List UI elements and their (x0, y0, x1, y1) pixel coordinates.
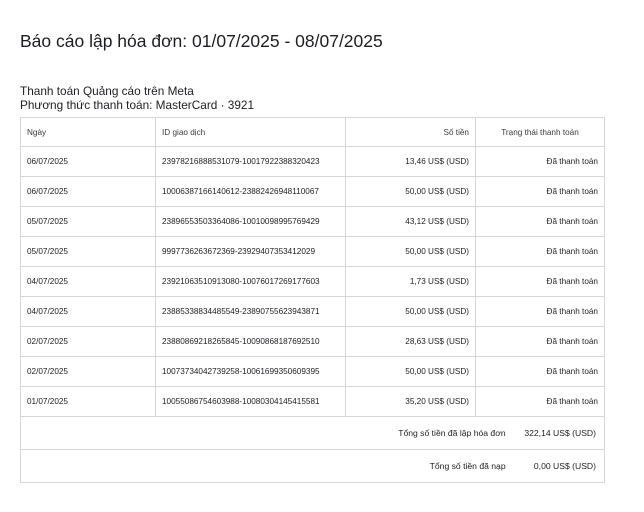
row-amount: 13,46 US$ (USD) (345, 146, 476, 177)
row-status: Đã thanh toán (475, 386, 605, 417)
row-date: 05/07/2025 (20, 236, 156, 267)
row-transaction-id: 10073734042739258-10061699350609395 (155, 356, 346, 387)
row-date: 02/07/2025 (20, 326, 156, 357)
row-status: Đã thanh toán (475, 266, 605, 297)
row-date: 04/07/2025 (20, 296, 156, 327)
page-title: Báo cáo lập hóa đơn: 01/07/2025 - 08/07/… (20, 31, 383, 51)
table-row: 01/07/2025 10055086754603988-10080304145… (20, 386, 605, 417)
table-header-row: Ngày ID giao dịch Số tiền Trạng thái tha… (20, 117, 605, 147)
header-date: Ngày (20, 117, 156, 147)
table-row: 06/07/2025 23978216888531079-10017922388… (20, 146, 605, 177)
row-date: 01/07/2025 (20, 386, 156, 417)
row-amount: 50,00 US$ (USD) (345, 296, 476, 327)
row-transaction-id: 10055086754603988-10080304145415581 (155, 386, 346, 417)
row-transaction-id: 23885338834485549-23890755623943871 (155, 296, 346, 327)
total-deposited-cell: Tổng số tiền đã nạp 0,00 US$ (USD) (20, 449, 605, 483)
table-row: 02/07/2025 10073734042739258-10061699350… (20, 356, 605, 387)
row-transaction-id: 23978216888531079-10017922388320423 (155, 146, 346, 177)
row-status: Đã thanh toán (475, 236, 605, 267)
total-invoiced-cell: Tổng số tiền đã lập hóa đơn 322,14 US$ (… (20, 416, 605, 450)
row-amount: 50,00 US$ (USD) (345, 236, 476, 267)
total-deposited-label: Tổng số tiền đã nạp (429, 461, 506, 471)
header-transaction-id: ID giao dịch (155, 117, 346, 147)
row-status: Đã thanh toán (475, 206, 605, 237)
row-transaction-id: 9997736263672369-23929407353412029 (155, 236, 346, 267)
row-transaction-id: 23880869218265845-10090868187692510 (155, 326, 346, 357)
row-date: 05/07/2025 (20, 206, 156, 237)
row-amount: 50,00 US$ (USD) (345, 176, 476, 207)
row-transaction-id: 23921063510913080-10076017269177603 (155, 266, 346, 297)
row-amount: 1,73 US$ (USD) (345, 266, 476, 297)
payment-method: Phương thức thanh toán: MasterCard · 392… (20, 98, 255, 112)
payment-section-header: Thanh toán Quảng cáo trên Meta Phương th… (20, 84, 254, 112)
header-payment-status: Trạng thái thanh toán (475, 117, 605, 147)
header-amount: Số tiền (345, 117, 476, 147)
section-heading: Thanh toán Quảng cáo trên Meta (20, 84, 194, 98)
row-amount: 43,12 US$ (USD) (345, 206, 476, 237)
table-row: 05/07/2025 23896553503364086-10010098995… (20, 206, 605, 237)
transactions-table: Ngày ID giao dịch Số tiền Trạng thái tha… (20, 117, 605, 483)
total-deposited-row: Tổng số tiền đã nạp 0,00 US$ (USD) (20, 449, 605, 483)
row-date: 06/07/2025 (20, 176, 156, 207)
row-amount: 50,00 US$ (USD) (345, 356, 476, 387)
row-transaction-id: 10006387166140612-23882426948110067 (155, 176, 346, 207)
row-date: 04/07/2025 (20, 266, 156, 297)
total-invoiced-value: 322,14 US$ (USD) (524, 428, 596, 438)
row-amount: 35,20 US$ (USD) (345, 386, 476, 417)
row-status: Đã thanh toán (475, 146, 605, 177)
row-date: 06/07/2025 (20, 146, 156, 177)
row-status: Đã thanh toán (475, 326, 605, 357)
total-deposited-value: 0,00 US$ (USD) (533, 461, 596, 471)
row-date: 02/07/2025 (20, 356, 156, 387)
table-row: 04/07/2025 23885338834485549-23890755623… (20, 296, 605, 327)
row-transaction-id: 23896553503364086-10010098995769429 (155, 206, 346, 237)
table-row: 02/07/2025 23880869218265845-10090868187… (20, 326, 605, 357)
row-status: Đã thanh toán (475, 356, 605, 387)
table-row: 06/07/2025 10006387166140612-23882426948… (20, 176, 605, 207)
row-status: Đã thanh toán (475, 296, 605, 327)
row-amount: 28,63 US$ (USD) (345, 326, 476, 357)
total-invoiced-row: Tổng số tiền đã lập hóa đơn 322,14 US$ (… (20, 416, 605, 450)
table-row: 05/07/2025 9997736263672369-239294073534… (20, 236, 605, 267)
row-status: Đã thanh toán (475, 176, 605, 207)
total-invoiced-label: Tổng số tiền đã lập hóa đơn (398, 428, 506, 438)
table-row: 04/07/2025 23921063510913080-10076017269… (20, 266, 605, 297)
